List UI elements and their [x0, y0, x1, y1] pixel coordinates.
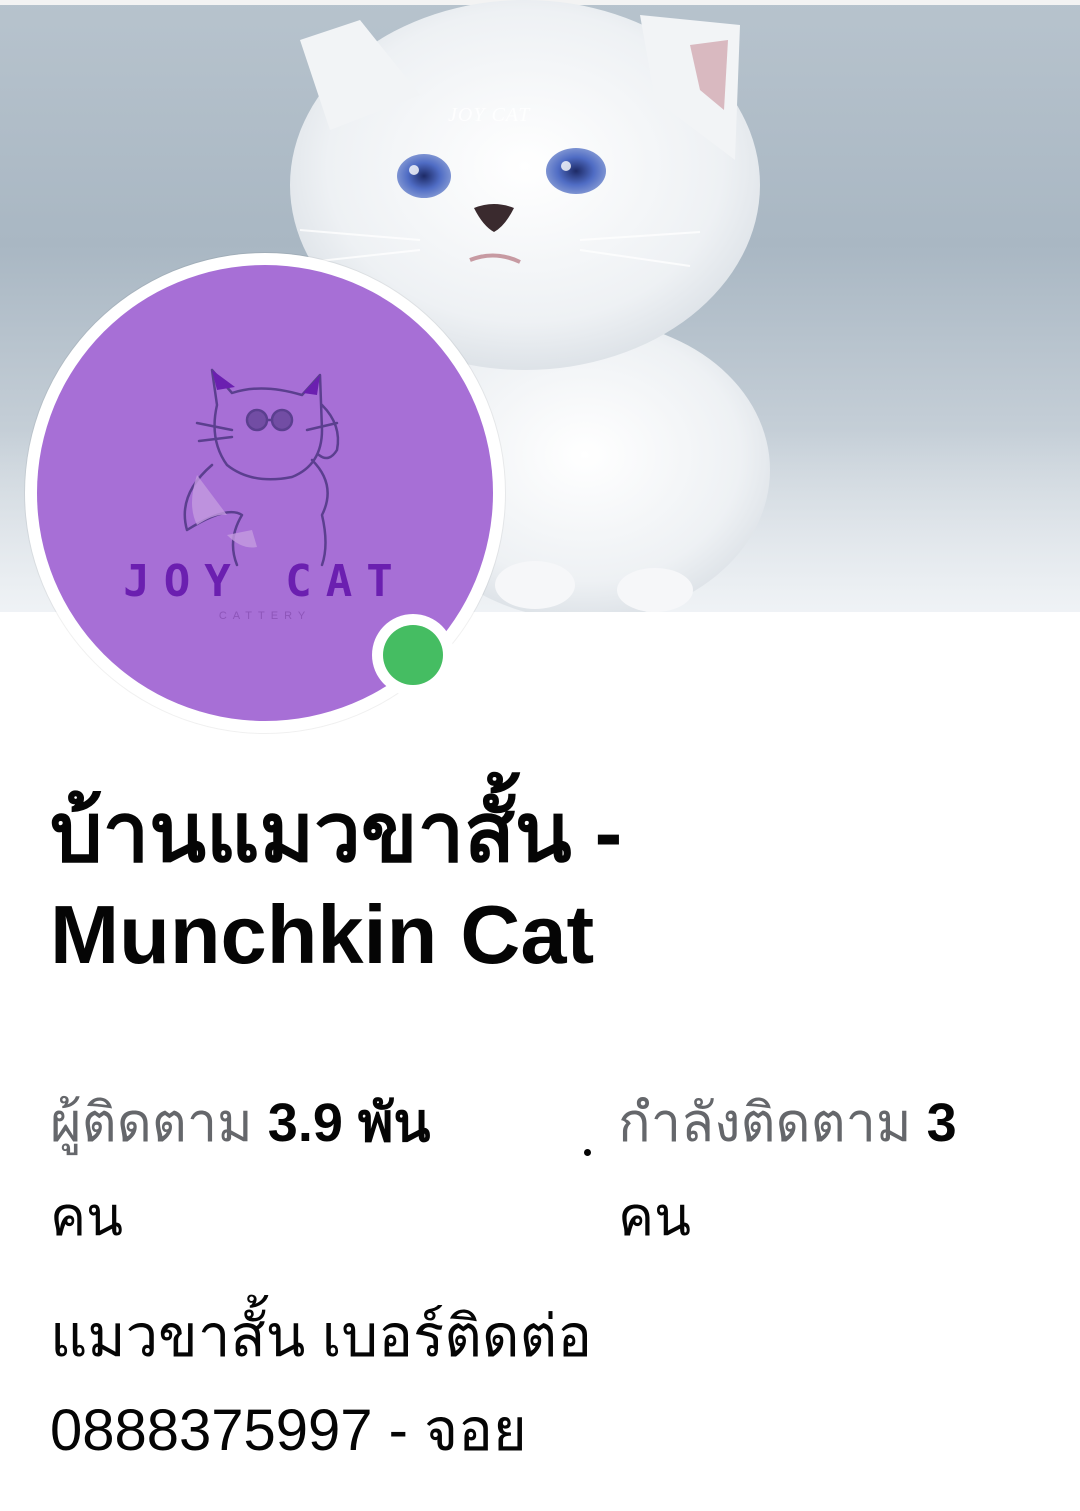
following-stat[interactable]: กำลังติดตาม 3 คน: [618, 1076, 1058, 1264]
online-status-icon: [383, 625, 443, 685]
following-label: กำลังติดตาม: [618, 1093, 912, 1153]
avatar-brand-subtext: CATTERY: [218, 610, 312, 622]
followers-label: ผู้ติดตาม: [50, 1093, 253, 1153]
followers-count: 3.9 พัน: [267, 1093, 431, 1153]
avatar-brand-text: JOY CAT: [123, 556, 407, 607]
separator-dot-icon: [584, 1149, 591, 1156]
following-unit: คน: [618, 1187, 692, 1247]
followers-stat[interactable]: ผู้ติดตาม 3.9 พัน คน: [50, 1076, 550, 1264]
cover-watermark: JOY CAT: [448, 104, 531, 126]
bio-phone-line[interactable]: 0888375997 - จอย: [50, 1384, 1030, 1478]
bio-line: แมวขาสั้น เบอร์ติดต่อ: [50, 1304, 593, 1369]
followers-unit: คน: [50, 1187, 124, 1247]
bio: แมวขาสั้น เบอร์ติดต่อ 0888375997 - จอย: [50, 1290, 1030, 1478]
page-title: บ้านแมวขาสั้น - Munchkin Cat: [50, 786, 623, 981]
following-count: 3: [926, 1093, 957, 1153]
profile-page: JOY CAT JOY CAT CATTERY บ้านแมวขาสั้น - …: [0, 0, 1080, 1511]
